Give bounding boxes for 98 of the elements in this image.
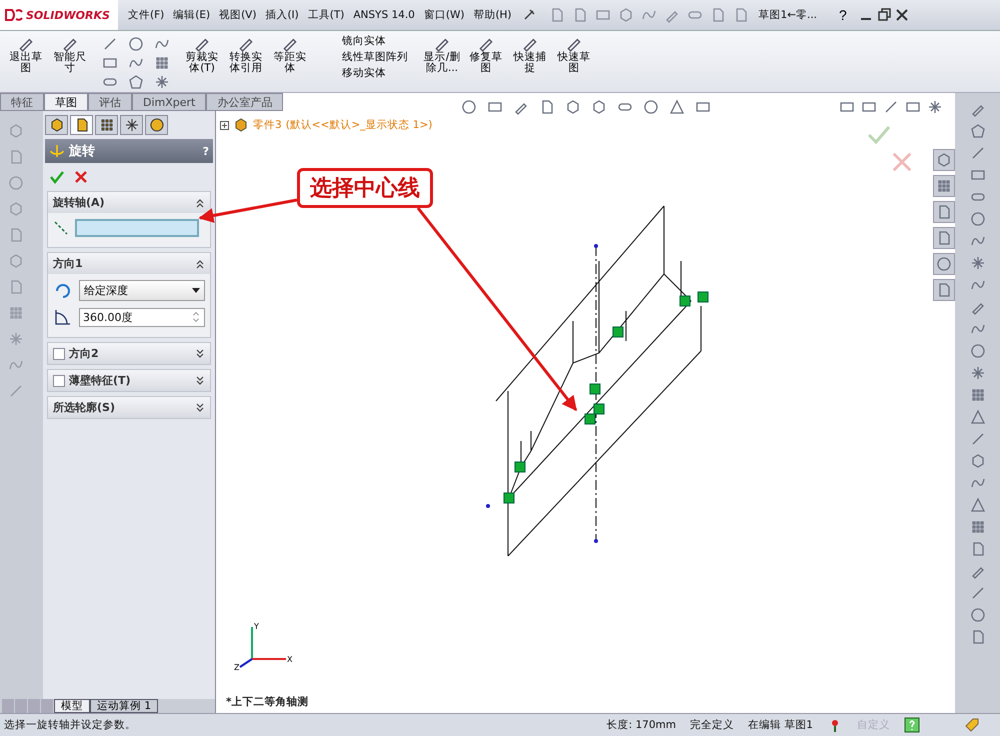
status-message: 选择一旋转轴并设定参数。 (4, 718, 137, 732)
chevron-icon[interactable] (195, 376, 205, 386)
chevron-icon[interactable] (195, 198, 205, 208)
dot-grid-icon[interactable] (970, 519, 986, 535)
line-icon[interactable] (102, 36, 118, 52)
end-condition-dropdown[interactable]: 给定深度 (79, 280, 205, 301)
ribbon-list-button[interactable]: 移动实体 (324, 66, 408, 80)
spinner-arrows-icon[interactable] (191, 310, 201, 324)
dot-grid-icon[interactable] (970, 387, 986, 403)
ribbon-list-button[interactable]: 线性草图阵列 (324, 50, 408, 64)
bottom-tab[interactable]: 运动算例 1 (90, 699, 158, 713)
dot-grid-icon[interactable] (933, 175, 955, 197)
caret-icon (192, 288, 200, 294)
asterisk-icon[interactable] (927, 99, 943, 115)
circle-icon[interactable] (643, 99, 659, 115)
checkbox[interactable] (53, 348, 65, 360)
dot-grid-icon[interactable] (8, 305, 24, 321)
ribbon-button[interactable]: 快速捕捉 (510, 34, 550, 74)
asterisk-icon[interactable] (970, 365, 986, 381)
axis-label: X (287, 655, 292, 664)
panel-tab[interactable] (70, 115, 93, 135)
checkbox[interactable] (53, 374, 65, 386)
circle-icon[interactable] (970, 343, 986, 359)
ribbon-button[interactable]: 智能尺寸 (50, 34, 90, 74)
close-icon[interactable] (894, 8, 909, 22)
expand-icon[interactable] (220, 120, 229, 130)
panel-title: 旋转 (69, 143, 96, 160)
menu-item[interactable]: 工具(T) (308, 8, 344, 22)
dot-grid-icon (98, 117, 114, 133)
chevron-icon[interactable] (195, 348, 205, 358)
menu-item[interactable]: ANSYS 14.0 (353, 9, 415, 21)
axis-label: Y (254, 622, 259, 631)
restore-icon[interactable] (876, 8, 891, 22)
triangle-icon[interactable] (970, 497, 986, 513)
document-icon[interactable] (933, 279, 955, 301)
triangle-icon[interactable] (970, 409, 986, 425)
menu-item[interactable]: 编辑(E) (173, 8, 210, 22)
bottom-tab[interactable]: 模型 (54, 699, 90, 713)
command-tab[interactable]: DimXpert (132, 93, 206, 111)
ribbon-button[interactable]: 剪裁实体(T) (182, 34, 222, 74)
circle-icon (148, 117, 164, 133)
ribbon-button[interactable]: 快速草图 (554, 34, 594, 74)
panel-tab[interactable] (145, 115, 168, 135)
command-tab[interactable]: 草图 (44, 93, 88, 111)
help-link[interactable]: ? (202, 144, 209, 158)
line-icon[interactable] (883, 99, 899, 115)
view-orientation-label: *上下二等角轴测 (226, 695, 308, 709)
part-icon (233, 117, 249, 133)
sketch-state: 完全定义 (690, 718, 734, 732)
app-logo: SOLIDWORKS (0, 0, 118, 30)
help-button[interactable]: ? (835, 7, 851, 23)
help-icon[interactable] (904, 717, 920, 733)
editing-status: 在编辑 草图1 (748, 718, 813, 732)
command-tab[interactable]: 评估 (88, 93, 132, 111)
cancel-icon[interactable] (73, 169, 89, 185)
document-icon[interactable] (933, 201, 955, 223)
ribbon-button[interactable]: 显示/删除几... (422, 34, 462, 74)
command-tab[interactable]: 办公室产品 (206, 93, 284, 111)
menu-item[interactable]: 帮助(H) (473, 8, 512, 22)
cancel-icon[interactable] (891, 151, 913, 173)
panel-tab[interactable] (45, 115, 68, 135)
ok-icon[interactable] (49, 169, 65, 185)
asterisk-icon[interactable] (970, 255, 986, 271)
polygon-icon[interactable] (128, 74, 144, 90)
ribbon-button[interactable]: 修复草图 (466, 34, 506, 74)
menu-item[interactable]: 插入(I) (265, 8, 299, 22)
chevron-icon[interactable] (195, 258, 205, 268)
ribbon-list-button[interactable]: 镜向实体 (324, 34, 408, 48)
logo-icon (4, 8, 24, 22)
ribbon-button[interactable]: 等距实体 (270, 34, 310, 74)
document-title: 草图1←零... (758, 8, 818, 22)
triangle-icon[interactable] (669, 99, 685, 115)
circle-icon[interactable] (461, 99, 477, 115)
centerline-icon (53, 220, 69, 236)
ribbon-button[interactable]: 转换实体引用 (226, 34, 266, 74)
panel-tab[interactable] (95, 115, 118, 135)
axis-field[interactable] (75, 219, 199, 237)
dot-grid-icon[interactable] (154, 55, 170, 71)
angle-icon (53, 307, 73, 327)
polygon-icon[interactable] (970, 123, 986, 139)
tag-icon[interactable] (964, 717, 980, 733)
command-tab[interactable]: 特征 (0, 93, 44, 111)
circle-icon[interactable] (970, 607, 986, 623)
circle-icon[interactable] (970, 211, 986, 227)
menu-item[interactable]: 视图(V) (219, 8, 256, 22)
menu-item[interactable]: 窗口(W) (424, 8, 464, 22)
asterisk-icon[interactable] (154, 74, 170, 90)
angle-field[interactable]: 360.00度 (79, 308, 205, 326)
document-icon[interactable] (933, 227, 955, 249)
ribbon-button[interactable]: 退出草图 (6, 34, 46, 74)
panel-tab[interactable] (120, 115, 143, 135)
axis-label: Z (234, 663, 240, 671)
menu-item[interactable]: 文件(F) (128, 8, 164, 22)
circle-icon[interactable] (128, 36, 144, 52)
asterisk-icon (124, 117, 140, 133)
chevron-icon[interactable] (195, 402, 205, 412)
callout-label: 选择中心线 (297, 168, 433, 208)
length-readout: 长度: 170mm (606, 718, 676, 732)
